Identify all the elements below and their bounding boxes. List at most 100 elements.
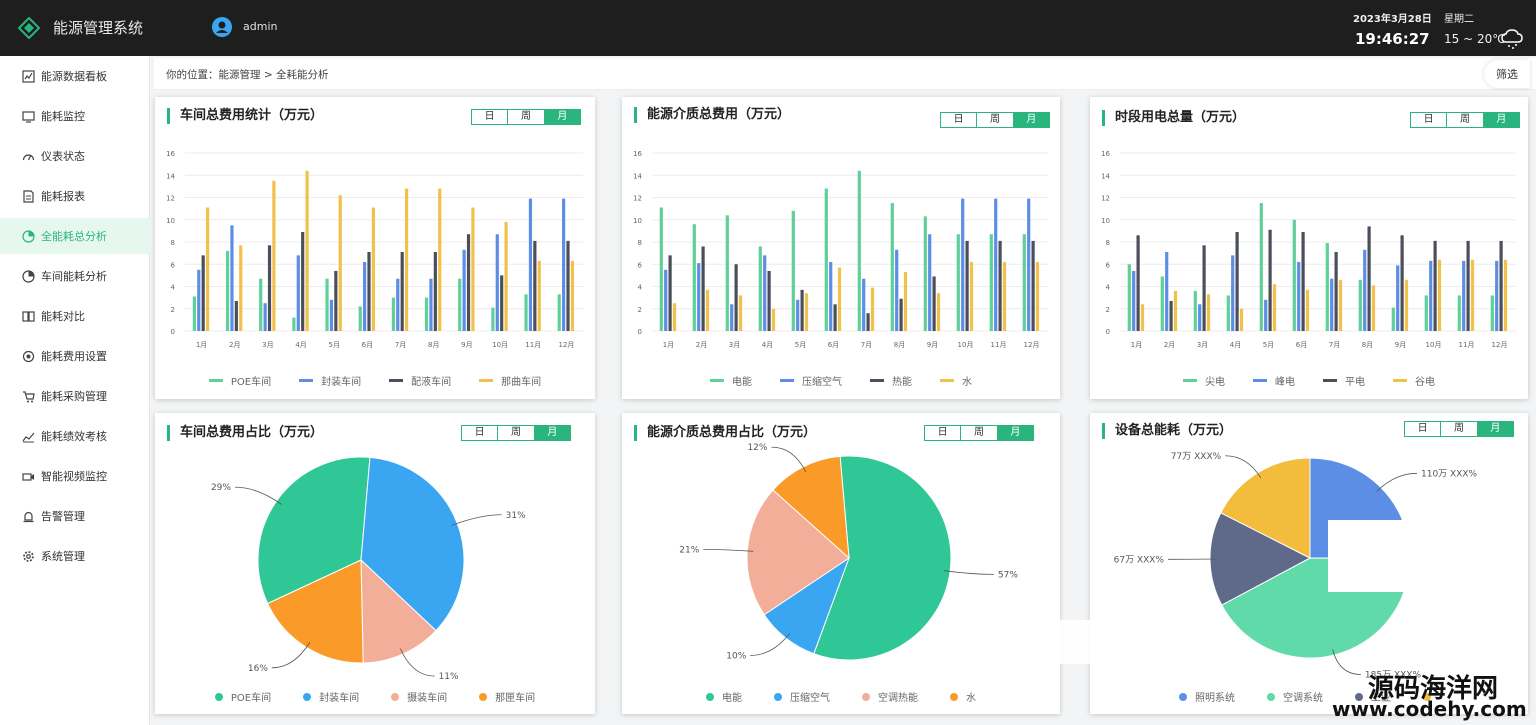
bar (205, 207, 210, 331)
bar (771, 308, 776, 331)
bar (1391, 307, 1395, 331)
legend-item[interactable]: 谷电 (1393, 373, 1435, 388)
bar (301, 231, 305, 331)
sidebar-item-9[interactable]: 能耗绩效考核 (0, 418, 150, 454)
legend-item[interactable]: 电能 (710, 373, 752, 388)
chart-legend: 尖电 峰电 平电 谷电 (1090, 373, 1528, 388)
legend-label: 热能 (892, 377, 912, 388)
x-tick-label: 1月 (196, 341, 207, 349)
bar (998, 240, 1002, 331)
legend-item[interactable]: 压缩空气 (774, 689, 830, 704)
bar (1136, 235, 1140, 331)
bar (391, 297, 395, 331)
legend-item[interactable]: 平电 (1323, 373, 1365, 388)
sidebar-item-6[interactable]: 能耗对比 (0, 298, 150, 334)
sidebar-item-label: 能耗采购管理 (41, 390, 107, 403)
x-tick-label: 12月 (1492, 341, 1508, 349)
card-workshop-cost: 车间总费用统计（万元） 日周月 0 2 4 6 8 10 12 14 16 1月 2月 3月 4月 5月 6… (155, 97, 595, 399)
bar (371, 207, 376, 331)
sidebar-item-10[interactable]: 智能视频监控 (0, 458, 150, 494)
bar (1330, 278, 1334, 331)
camera-icon (22, 472, 34, 481)
legend-item[interactable]: 配液车间 (389, 373, 451, 388)
user-name[interactable]: admin (243, 20, 277, 33)
y-tick-label: 12 (166, 195, 175, 203)
sidebar-item-label: 智能视频监控 (41, 470, 107, 483)
pie-icon (22, 269, 35, 283)
cloud-snow-icon (1501, 29, 1523, 49)
legend-item[interactable]: POE车间 (208, 373, 271, 388)
legend-label: 那匣车间 (495, 693, 536, 704)
bar (1466, 240, 1470, 331)
bar (1202, 245, 1206, 331)
sidebar-item-2[interactable]: 仪表状态 (0, 138, 150, 174)
legend-item[interactable]: 封装车间 (299, 373, 361, 388)
bar (862, 278, 866, 331)
legend-label: 压缩空气 (790, 693, 830, 704)
legend-item[interactable]: 那曲车间 (479, 373, 541, 388)
sidebar-item-12[interactable]: 系统管理 (0, 538, 150, 574)
user-avatar-icon[interactable] (212, 17, 232, 37)
y-tick-label: 8 (1106, 239, 1110, 247)
sidebar-item-0[interactable]: 能源数据看板 (0, 58, 150, 94)
slice-label: 77万 XXX% (1171, 452, 1222, 462)
slice-label: 31% (506, 511, 526, 521)
bar (524, 294, 528, 331)
legend-item[interactable]: 热能 (870, 373, 912, 388)
legend-item[interactable]: 摄装车间 (391, 689, 447, 704)
bar (1272, 284, 1277, 331)
filter-button[interactable]: 筛选 (1484, 60, 1530, 88)
legend-item[interactable]: 水 (940, 373, 972, 388)
chart-legend: POE车间 封装车间 摄装车间 那匣车间 (155, 689, 595, 704)
slice-label: 67万 XXX% (1114, 555, 1165, 565)
legend-item[interactable]: 峰电 (1253, 373, 1295, 388)
sidebar-item-11[interactable]: 告警管理 (0, 498, 150, 534)
logo-icon (18, 17, 40, 39)
y-tick-label: 14 (166, 172, 175, 180)
y-tick-label: 8 (638, 239, 642, 247)
legend-swatch (1267, 692, 1275, 701)
bar (932, 276, 936, 331)
legend-item[interactable]: 那匣车间 (479, 689, 535, 704)
bar (899, 298, 903, 331)
slice-label: 12% (747, 443, 767, 453)
card-workshop-cost-share: 车间总费用占比（万元） 日周月 29% 31% 11% 16% POE车间 封装车间 摄装车… (155, 413, 595, 714)
y-tick-label: 2 (638, 306, 642, 314)
legend-item[interactable]: POE车间 (214, 689, 271, 704)
legend-item[interactable]: 照明系统 (1179, 689, 1235, 704)
sidebar-item-1[interactable]: 能耗监控 (0, 98, 150, 134)
breadcrumb-bar: 你的位置：能源管理 > 全耗能分析 筛选 (154, 58, 1536, 90)
temperature-display: 15 ~ 20℃ (1444, 32, 1506, 46)
legend-item[interactable]: 压缩空气 (780, 373, 842, 388)
bar (1193, 290, 1197, 331)
sidebar-item-4[interactable]: 全能耗总分析 (0, 218, 150, 254)
bar (433, 252, 437, 331)
bar-chart: 0 2 4 6 8 10 12 14 16 1月 2月 3月 4月 5月 6月 7月 8月 9月 10月 11月 12月 (633, 150, 1048, 349)
y-tick-label: 6 (638, 261, 643, 269)
legend-item[interactable]: 水 (950, 689, 976, 704)
breadcrumb: 你的位置：能源管理 > 全耗能分析 (166, 69, 329, 81)
legend-item[interactable]: 电能 (706, 689, 742, 704)
chart-legend: POE车间 封装车间 配液车间 那曲车间 (155, 373, 595, 388)
x-tick-label: 6月 (828, 341, 839, 349)
y-tick-label: 8 (171, 239, 175, 247)
legend-item[interactable]: 空调热能 (862, 689, 918, 704)
sidebar-item-3[interactable]: 能耗报表 (0, 178, 150, 214)
sidebar-item-7[interactable]: 能耗费用设置 (0, 338, 150, 374)
pie-chart: 57% 10% 21% 12% (679, 443, 1018, 661)
bar (923, 216, 927, 331)
bar (1462, 260, 1466, 331)
bar (1268, 229, 1272, 331)
bar (796, 299, 800, 331)
sidebar-item-5[interactable]: 车间能耗分析 (0, 258, 150, 294)
bar (994, 198, 998, 331)
bar (367, 252, 371, 331)
bar (528, 198, 533, 331)
legend-item[interactable]: 尖电 (1183, 373, 1225, 388)
sidebar-item-8[interactable]: 能耗采购管理 (0, 378, 150, 414)
chart-legend: 电能 压缩空气 热能 水 (622, 373, 1060, 388)
legend-item[interactable]: 空调系统 (1267, 689, 1323, 704)
y-tick-label: 4 (638, 284, 643, 292)
bar (1226, 295, 1230, 331)
legend-item[interactable]: 封装车间 (303, 689, 359, 704)
